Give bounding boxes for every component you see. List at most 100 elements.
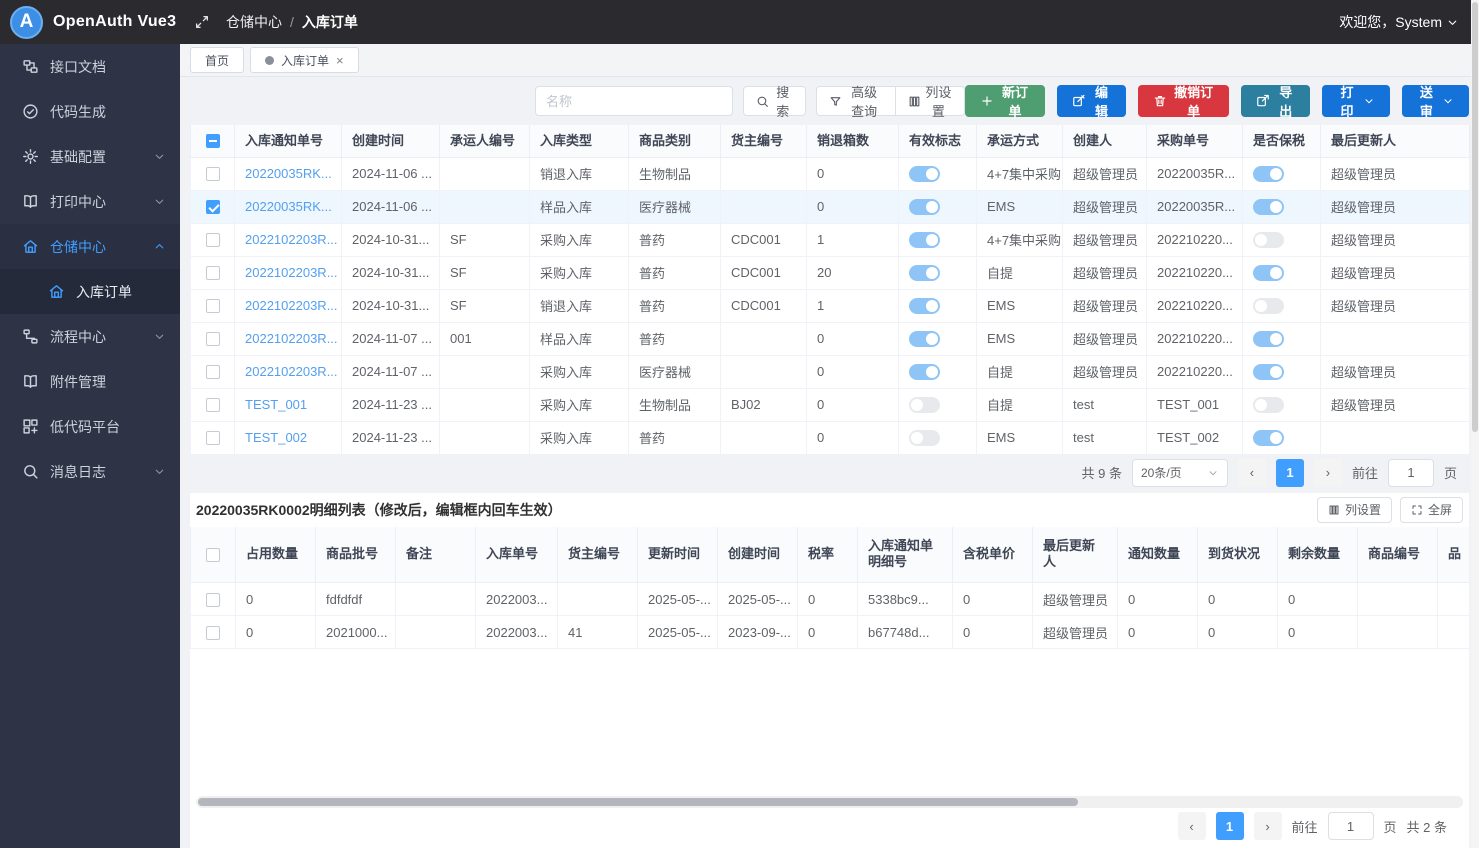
page-size-select[interactable]: 20条/页 xyxy=(1132,459,1228,487)
valid-flag-toggle[interactable] xyxy=(909,430,940,446)
sidebar-item-流程中心[interactable]: 流程中心 xyxy=(0,314,180,359)
submit-review-button[interactable]: 送审 xyxy=(1402,85,1469,117)
row-checkbox[interactable] xyxy=(206,233,220,247)
search-input[interactable] xyxy=(535,86,733,116)
order-no-link[interactable]: 2022102203R... xyxy=(245,265,338,280)
detail-prev-page-button[interactable]: ‹ xyxy=(1178,812,1206,840)
row-checkbox[interactable] xyxy=(206,299,220,313)
sidebar-item-打印中心[interactable]: 打印中心 xyxy=(0,179,180,224)
row-checkbox[interactable] xyxy=(206,200,220,214)
sidebar-item-基础配置[interactable]: 基础配置 xyxy=(0,134,180,179)
order-no-link[interactable]: 2022102203R... xyxy=(245,232,338,247)
bonded-toggle[interactable] xyxy=(1253,298,1284,314)
row-checkbox[interactable] xyxy=(206,332,220,346)
row-checkbox[interactable] xyxy=(206,266,220,280)
sidebar-item-消息日志[interactable]: 消息日志 xyxy=(0,449,180,494)
valid-flag-toggle[interactable] xyxy=(909,397,940,413)
column-settings-button[interactable]: 列设置 xyxy=(896,86,965,116)
row-checkbox[interactable] xyxy=(206,431,220,445)
table-row[interactable]: 20220035RK...2024-11-06 ...销退入库生物制品04+7集… xyxy=(191,157,1470,190)
bonded-toggle[interactable] xyxy=(1253,430,1284,446)
tab-入库订单[interactable]: 入库订单× xyxy=(250,47,359,73)
detail-goto-page-input[interactable] xyxy=(1328,812,1374,840)
valid-flag-toggle[interactable] xyxy=(909,265,940,281)
row-checkbox[interactable] xyxy=(206,167,220,181)
row-checkbox[interactable] xyxy=(206,626,220,640)
column-header: 创建时间 xyxy=(718,527,798,583)
close-icon[interactable]: × xyxy=(336,54,344,67)
next-page-button[interactable]: › xyxy=(1314,459,1342,487)
valid-flag-toggle[interactable] xyxy=(909,364,940,380)
sidebar-item-入库订单[interactable]: 入库订单 xyxy=(0,269,180,314)
table-row[interactable]: TEST_0022024-11-23 ...采购入库普药0EMStestTEST… xyxy=(191,421,1470,454)
table-row[interactable]: 2022102203R...2024-11-07 ...001样品入库普药0EM… xyxy=(191,322,1470,355)
search-button[interactable]: 搜索 xyxy=(743,86,806,116)
table-row[interactable]: 2022102203R...2024-10-31...SF采购入库普药CDC00… xyxy=(191,223,1470,256)
valid-flag-toggle[interactable] xyxy=(909,166,940,182)
bonded-toggle[interactable] xyxy=(1253,364,1284,380)
column-header: 商品批号 xyxy=(316,527,396,583)
window-scrollbar-thumb[interactable] xyxy=(1472,2,1478,432)
order-no-link[interactable]: 20220035RK... xyxy=(245,199,332,214)
order-no-link[interactable]: 2022102203R... xyxy=(245,298,338,313)
row-select-cell xyxy=(191,616,236,649)
cell-text: 超级管理员 xyxy=(1073,365,1138,380)
window-scrollbar[interactable] xyxy=(1471,0,1479,848)
current-page-button[interactable]: 1 xyxy=(1276,459,1304,487)
detail-next-page-button[interactable]: › xyxy=(1254,812,1282,840)
sidebar-item-附件管理[interactable]: 附件管理 xyxy=(0,359,180,404)
sidebar-item-低代码平台[interactable]: 低代码平台 xyxy=(0,404,180,449)
table-row[interactable]: 2022102203R...2024-10-31...SF采购入库普药CDC00… xyxy=(191,256,1470,289)
sidebar-item-接口文档[interactable]: 接口文档 xyxy=(0,44,180,89)
detail-column-settings-button[interactable]: 列设置 xyxy=(1317,497,1392,523)
advanced-query-button[interactable]: 高级查询 xyxy=(816,86,896,116)
tab-首页[interactable]: 首页 xyxy=(190,47,244,73)
print-button[interactable]: 打印 xyxy=(1322,85,1389,117)
cancel-order-button[interactable]: 撤销订单 xyxy=(1138,85,1229,117)
order-no-link[interactable]: 2022102203R... xyxy=(245,364,338,379)
order-no-link[interactable]: TEST_002 xyxy=(245,430,307,445)
table-row[interactable]: 20220035RK...2024-11-06 ...样品入库医疗器械0EMS超… xyxy=(191,190,1470,223)
bonded-toggle[interactable] xyxy=(1253,397,1284,413)
order-no-link[interactable]: 20220035RK... xyxy=(245,166,332,181)
sidebar-item-仓储中心[interactable]: 仓储中心 xyxy=(0,224,180,269)
valid-flag-toggle[interactable] xyxy=(909,199,940,215)
detail-select-all-checkbox[interactable] xyxy=(206,548,220,562)
sidebar-collapse-icon[interactable] xyxy=(194,14,210,30)
detail-current-page-button[interactable]: 1 xyxy=(1216,812,1244,840)
user-menu[interactable]: 欢迎您，System xyxy=(1339,12,1459,32)
detail-table-row[interactable]: 0fdfdfdf2022003...2025-05-...2025-05-...… xyxy=(191,583,1470,616)
table-row[interactable]: 2022102203R...2024-11-07 ...采购入库医疗器械0自提超… xyxy=(191,355,1470,388)
order-no-link[interactable]: 2022102203R... xyxy=(245,331,338,346)
scrollbar-thumb[interactable] xyxy=(198,798,1078,806)
row-checkbox[interactable] xyxy=(206,593,220,607)
cell xyxy=(1321,322,1470,355)
valid-flag-toggle[interactable] xyxy=(909,232,940,248)
fullscreen-button[interactable]: 全屏 xyxy=(1400,497,1463,523)
detail-table-row[interactable]: 02021000...2022003...412025-05-...2023-0… xyxy=(191,616,1470,649)
valid-flag-toggle[interactable] xyxy=(909,331,940,347)
new-order-button[interactable]: 新订单 xyxy=(965,85,1045,117)
bonded-toggle[interactable] xyxy=(1253,265,1284,281)
valid-flag-toggle[interactable] xyxy=(909,298,940,314)
row-checkbox[interactable] xyxy=(206,365,220,379)
page-unit: 页 xyxy=(1444,463,1457,482)
bonded-toggle[interactable] xyxy=(1253,232,1284,248)
table-row[interactable]: TEST_0012024-11-23 ...采购入库生物制品BJ020自提tes… xyxy=(191,388,1470,421)
bonded-toggle[interactable] xyxy=(1253,331,1284,347)
select-all-checkbox[interactable] xyxy=(206,134,220,148)
cell xyxy=(1243,322,1321,355)
bonded-toggle[interactable] xyxy=(1253,199,1284,215)
search-icon xyxy=(22,463,39,480)
export-button[interactable]: 导出 xyxy=(1241,85,1310,117)
row-checkbox[interactable] xyxy=(206,398,220,412)
edit-button[interactable]: 编辑 xyxy=(1057,85,1126,117)
prev-page-button[interactable]: ‹ xyxy=(1238,459,1266,487)
table-row[interactable]: 2022102203R...2024-10-31...SF销退入库普药CDC00… xyxy=(191,289,1470,322)
order-no-link[interactable]: TEST_001 xyxy=(245,397,307,412)
cell-text: 采购入库 xyxy=(540,233,592,248)
bonded-toggle[interactable] xyxy=(1253,166,1284,182)
sidebar-item-代码生成[interactable]: 代码生成 xyxy=(0,89,180,134)
goto-page-input[interactable] xyxy=(1388,459,1434,487)
horizontal-scrollbar[interactable] xyxy=(196,796,1463,808)
